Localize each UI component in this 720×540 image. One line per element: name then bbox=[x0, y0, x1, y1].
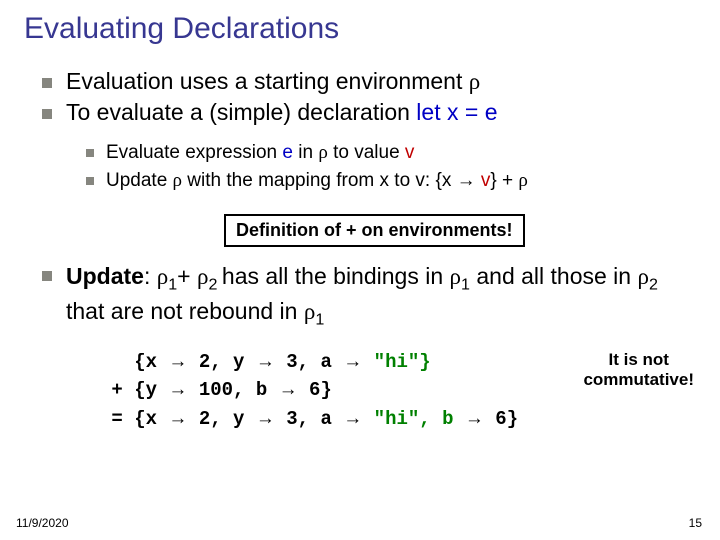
subscript: 2 bbox=[649, 276, 658, 294]
text: + {y bbox=[100, 379, 168, 401]
bullet-icon bbox=[42, 78, 52, 88]
arrow-icon: → bbox=[343, 408, 362, 429]
rho-symbol: ρ bbox=[304, 299, 315, 324]
string-literal: "hi"} bbox=[362, 351, 430, 373]
var-v: v bbox=[405, 142, 415, 163]
rho-symbol: ρ bbox=[518, 170, 527, 191]
text: + bbox=[177, 263, 197, 289]
rho-symbol: ρ bbox=[157, 264, 168, 289]
bullet-icon bbox=[42, 271, 52, 281]
var-e: e bbox=[282, 142, 293, 163]
text: Update bbox=[106, 170, 173, 191]
bullet-sub-item: Evaluate expression e in ρ to value v bbox=[86, 142, 696, 164]
text: = {x bbox=[100, 408, 168, 430]
note-callout: It is not commutative! bbox=[583, 350, 694, 391]
text: To evaluate a (simple) declaration bbox=[66, 99, 416, 125]
text: 2, y bbox=[187, 408, 255, 430]
text: Evaluation uses a starting environment bbox=[66, 68, 469, 94]
text: and all those in bbox=[470, 263, 638, 289]
arrow-icon: → bbox=[256, 351, 275, 372]
arrow-icon: → bbox=[168, 379, 187, 400]
rho-symbol: ρ bbox=[637, 264, 648, 289]
arrow-icon: → bbox=[256, 408, 275, 429]
footer-date: 11/9/2020 bbox=[16, 516, 69, 530]
arrow-icon: → bbox=[465, 408, 484, 429]
text: : bbox=[144, 263, 157, 289]
example-row: = {x → 2, y → 3, a → "hi", b → 6} bbox=[100, 405, 696, 434]
bullet-item: Evaluation uses a starting environment ρ bbox=[42, 68, 696, 95]
text: 6} bbox=[298, 379, 332, 401]
note-line: It is not bbox=[583, 350, 694, 370]
text: 2, y bbox=[187, 351, 255, 373]
text: 3, a bbox=[275, 351, 343, 373]
definition-callout: Definition of + on environments! bbox=[224, 214, 525, 247]
rho-symbol: ρ bbox=[197, 264, 208, 289]
bullet-item: Update: ρ1+ ρ2 has all the bindings in ρ… bbox=[42, 261, 696, 332]
text: to value bbox=[328, 142, 405, 163]
code-text: let x = e bbox=[416, 99, 497, 125]
arrow-icon: → bbox=[457, 170, 476, 191]
arrow-icon: → bbox=[343, 351, 362, 372]
text: 6} bbox=[484, 408, 518, 430]
bullet-text: Update ρ with the mapping from x to v: {… bbox=[106, 170, 528, 192]
bullet-text: To evaluate a (simple) declaration let x… bbox=[66, 99, 497, 126]
update-label: Update bbox=[66, 263, 144, 289]
bullet-icon bbox=[42, 109, 52, 119]
rho-symbol: ρ bbox=[318, 142, 327, 163]
subscript: 1 bbox=[315, 311, 324, 329]
subscript: 2 bbox=[208, 276, 221, 294]
bullet-text: Evaluation uses a starting environment ρ bbox=[66, 68, 480, 95]
var-v: v bbox=[481, 170, 491, 191]
text: has all the bindings in bbox=[222, 263, 450, 289]
text: {x bbox=[100, 351, 168, 373]
rho-symbol: ρ bbox=[450, 264, 461, 289]
bullet-text: Evaluate expression e in ρ to value v bbox=[106, 142, 414, 164]
text: 100, b bbox=[187, 379, 278, 401]
text: in bbox=[293, 142, 318, 163]
text: with the mapping from x to v: {x bbox=[182, 170, 457, 191]
string-literal: "hi", b bbox=[362, 408, 465, 430]
text: that are not rebound in bbox=[66, 298, 304, 324]
arrow-icon: → bbox=[279, 379, 298, 400]
rho-symbol: ρ bbox=[173, 170, 182, 191]
text: Evaluate expression bbox=[106, 142, 282, 163]
bullet-icon bbox=[86, 177, 94, 185]
bullet-item: To evaluate a (simple) declaration let x… bbox=[42, 99, 696, 126]
text: } + bbox=[490, 170, 518, 191]
subscript: 1 bbox=[168, 276, 177, 294]
bullet-sub-item: Update ρ with the mapping from x to v: {… bbox=[86, 170, 696, 192]
slide-number: 15 bbox=[689, 516, 702, 530]
rho-symbol: ρ bbox=[469, 69, 480, 94]
bullet-icon bbox=[86, 149, 94, 157]
note-line: commutative! bbox=[583, 370, 694, 390]
slide-title: Evaluating Declarations bbox=[24, 12, 696, 46]
bullet-text: Update: ρ1+ ρ2 has all the bindings in ρ… bbox=[66, 261, 696, 332]
arrow-icon: → bbox=[168, 351, 187, 372]
slide: Evaluating Declarations Evaluation uses … bbox=[0, 0, 720, 433]
arrow-icon: → bbox=[168, 408, 187, 429]
subscript: 1 bbox=[461, 276, 470, 294]
text: 3, a bbox=[275, 408, 343, 430]
